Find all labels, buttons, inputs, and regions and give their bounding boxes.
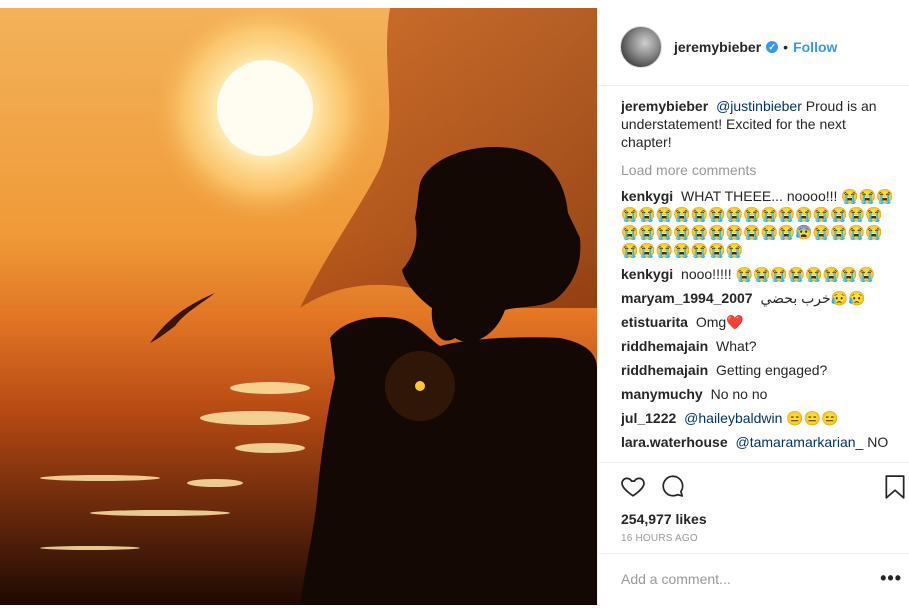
post-header: jeremybieber ✓ • Follow bbox=[598, 8, 909, 86]
header-separator: • bbox=[783, 38, 789, 55]
sunset-silhouette-image bbox=[0, 8, 597, 605]
add-comment-input[interactable] bbox=[621, 571, 861, 587]
comment-username[interactable]: etistuarita bbox=[621, 314, 688, 330]
post-photo[interactable] bbox=[0, 8, 597, 605]
follow-button[interactable]: Follow bbox=[793, 39, 837, 55]
bookmark-icon[interactable] bbox=[882, 473, 908, 501]
comment-text: Getting engaged? bbox=[716, 362, 828, 378]
comment-text: Omg❤️ bbox=[695, 314, 744, 330]
load-more-comments-button[interactable]: Load more comments bbox=[621, 161, 896, 179]
add-comment-bar: ••• bbox=[598, 553, 909, 606]
comment-username[interactable]: maryam_1994_2007 bbox=[621, 290, 753, 306]
comment-item: manymuchy No no no bbox=[621, 385, 896, 403]
post-username[interactable]: jeremybieber bbox=[674, 39, 761, 55]
comment-mention[interactable]: @tamaramarkarian_ bbox=[736, 434, 864, 450]
comment-text: 😑😑😑 bbox=[786, 410, 839, 426]
comment-item: kenkygi WHAT THEEE... noooo!!! 😭😭😭😭😭😭😭😭😭… bbox=[621, 187, 896, 259]
comment-item: maryam_1994_2007 خرب بحضي😥😥 bbox=[621, 289, 896, 307]
comment-item: riddhemajain What? bbox=[621, 337, 896, 355]
verified-badge-icon: ✓ bbox=[766, 40, 779, 53]
comment-username[interactable]: kenkygi bbox=[621, 266, 673, 282]
comment-item: kenkygi nooo!!!!! 😭😭😭😭😭😭😭😭 bbox=[621, 265, 896, 283]
post-side-panel: jeremybieber ✓ • Follow jeremybieber @ju… bbox=[597, 8, 909, 605]
likes-count[interactable]: 254,977 likes bbox=[621, 511, 707, 527]
caption-mention[interactable]: @justinbieber bbox=[716, 98, 802, 114]
post-timestamp[interactable]: 16 HOURS AGO bbox=[621, 533, 698, 544]
comment-username[interactable]: lara.waterhouse bbox=[621, 434, 728, 450]
post-actions: 254,977 likes 16 HOURS AGO ••• bbox=[598, 462, 909, 606]
comment-text: خرب بحضي😥😥 bbox=[760, 290, 866, 306]
action-icons bbox=[620, 473, 686, 501]
heart-icon[interactable] bbox=[620, 473, 646, 499]
comment-item: lara.waterhouse @tamaramarkarian_ NO bbox=[621, 433, 896, 451]
comments-list[interactable]: jeremybieber @justinbieber Proud is an u… bbox=[621, 97, 896, 462]
more-options-button[interactable]: ••• bbox=[880, 568, 902, 589]
comment-username[interactable]: riddhemajain bbox=[621, 362, 708, 378]
caption-username[interactable]: jeremybieber bbox=[621, 98, 708, 114]
comment-text: No no no bbox=[710, 386, 768, 402]
comment-bubble-icon[interactable] bbox=[660, 473, 686, 499]
comment-username[interactable]: jul_1222 bbox=[621, 410, 676, 426]
comment-text: nooo!!!!! 😭😭😭😭😭😭😭😭 bbox=[681, 266, 875, 282]
comment-mention[interactable]: @haileybaldwin bbox=[684, 410, 782, 426]
post-caption: jeremybieber @justinbieber Proud is an u… bbox=[621, 97, 896, 151]
comment-text: What? bbox=[716, 338, 757, 354]
comment-text: NO bbox=[867, 434, 889, 450]
avatar[interactable] bbox=[620, 25, 662, 68]
comment-item: etistuarita Omg❤️ bbox=[621, 313, 896, 331]
comment-username[interactable]: riddhemajain bbox=[621, 338, 708, 354]
comment-username[interactable]: kenkygi bbox=[621, 188, 673, 204]
comment-item: jul_1222 @haileybaldwin 😑😑😑 bbox=[621, 409, 896, 427]
comment-item: riddhemajain Getting engaged? bbox=[621, 361, 896, 379]
comment-username[interactable]: manymuchy bbox=[621, 386, 703, 402]
